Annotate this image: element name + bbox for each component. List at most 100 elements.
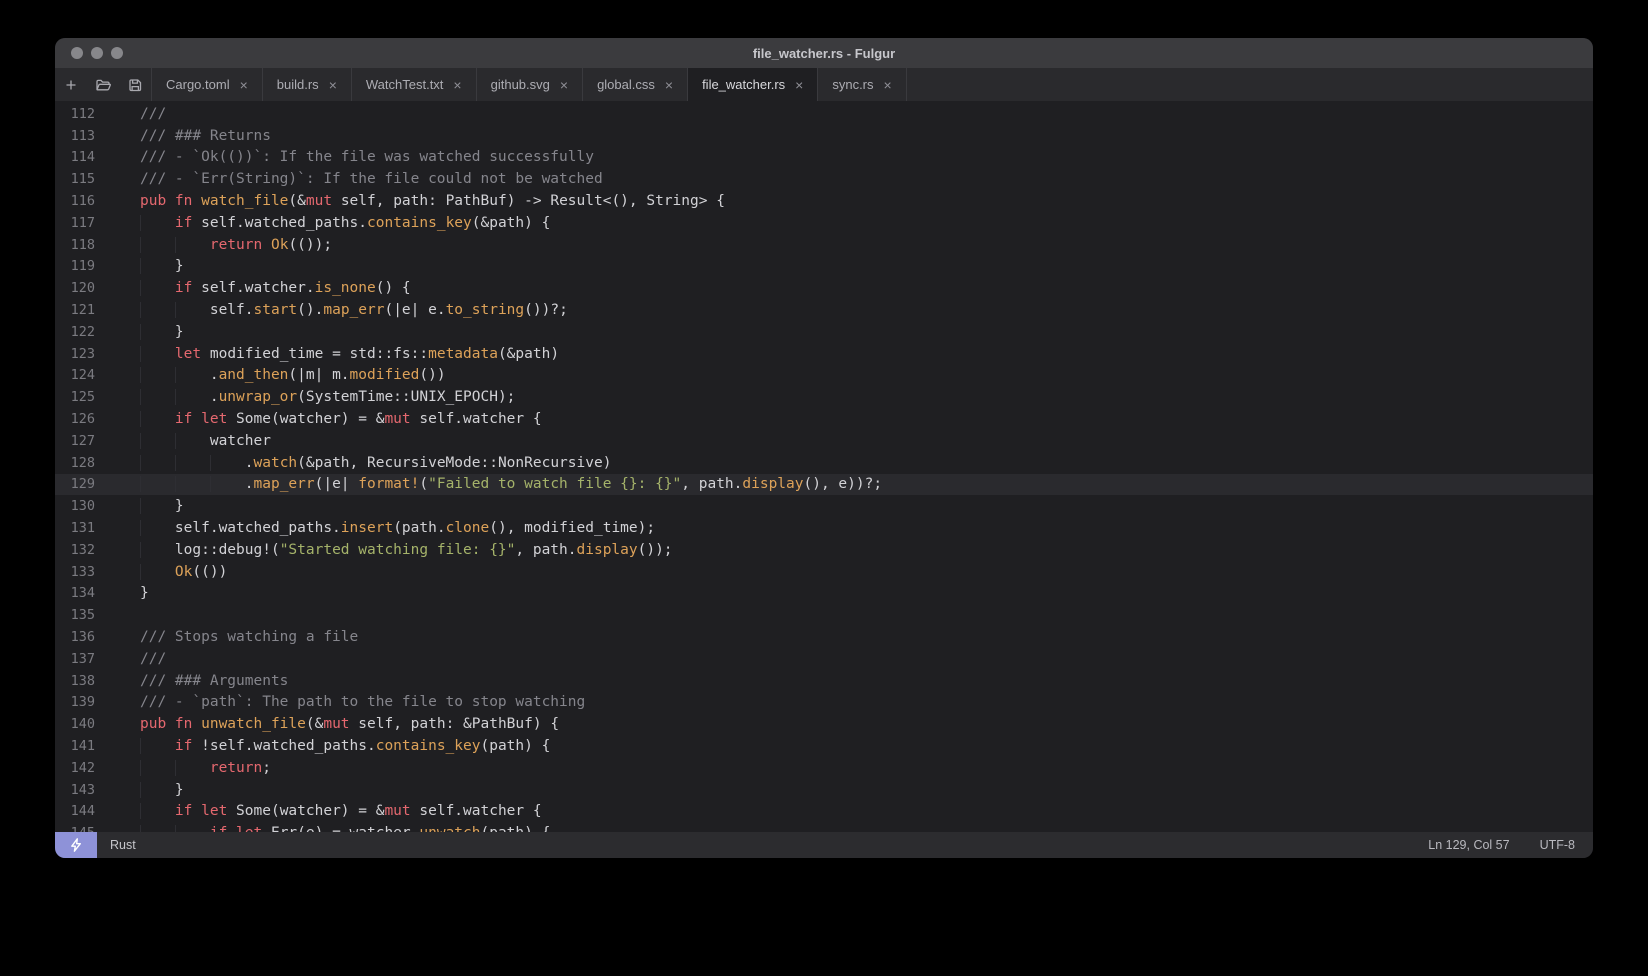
tab-close-icon[interactable]: × xyxy=(560,78,568,92)
code-line-145[interactable]: 145 if let Err(e) = watcher.unwatch(path… xyxy=(55,822,1593,832)
code-line-112[interactable]: 112 /// xyxy=(55,103,1593,125)
line-number[interactable]: 124 xyxy=(55,367,95,383)
tab-github.svg[interactable]: github.svg × xyxy=(477,68,584,101)
code-text: if let Some(watcher) = &mut self.watcher… xyxy=(140,411,542,428)
line-number[interactable]: 112 xyxy=(55,106,95,122)
code-line-117[interactable]: 117 if self.watched_paths.contains_key(&… xyxy=(55,212,1593,234)
code-line-124[interactable]: 124 .and_then(|m| m.modified()) xyxy=(55,365,1593,387)
line-number[interactable]: 145 xyxy=(55,825,95,832)
code-line-119[interactable]: 119 } xyxy=(55,256,1593,278)
line-number[interactable]: 135 xyxy=(55,607,95,623)
tab-build.rs[interactable]: build.rs × xyxy=(263,68,352,101)
tab-sync.rs[interactable]: sync.rs × xyxy=(818,68,907,101)
code-text: /// ### Returns xyxy=(140,127,271,144)
line-number[interactable]: 118 xyxy=(55,237,95,253)
line-number[interactable]: 119 xyxy=(55,258,95,274)
line-number[interactable]: 123 xyxy=(55,346,95,362)
language-indicator[interactable]: Rust xyxy=(110,838,136,852)
tab-close-icon[interactable]: × xyxy=(665,78,673,92)
code-line-144[interactable]: 144 if let Some(watcher) = &mut self.wat… xyxy=(55,801,1593,823)
code-text: return Ok(()); xyxy=(140,236,332,253)
code-line-126[interactable]: 126 if let Some(watcher) = &mut self.wat… xyxy=(55,408,1593,430)
line-number[interactable]: 114 xyxy=(55,149,95,165)
code-line-118[interactable]: 118 return Ok(()); xyxy=(55,234,1593,256)
line-number[interactable]: 126 xyxy=(55,411,95,427)
line-number[interactable]: 117 xyxy=(55,215,95,231)
cursor-position[interactable]: Ln 129, Col 57 xyxy=(1428,838,1509,852)
close-button[interactable] xyxy=(71,47,83,59)
window-title: file_watcher.rs - Fulgur xyxy=(752,45,896,61)
line-number[interactable]: 140 xyxy=(55,716,95,732)
code-line-138[interactable]: 138 /// ### Arguments xyxy=(55,670,1593,692)
code-line-131[interactable]: 131 self.watched_paths.insert(path.clone… xyxy=(55,517,1593,539)
line-number[interactable]: 136 xyxy=(55,629,95,645)
code-line-121[interactable]: 121 self.start().map_err(|e| e.to_string… xyxy=(55,299,1593,321)
code-line-143[interactable]: 143 } xyxy=(55,779,1593,801)
line-number[interactable]: 144 xyxy=(55,803,95,819)
code-line-116[interactable]: 116 pub fn watch_file(&mut self, path: Pa… xyxy=(55,190,1593,212)
code-line-127[interactable]: 127 watcher xyxy=(55,430,1593,452)
line-number[interactable]: 131 xyxy=(55,520,95,536)
code-line-122[interactable]: 122 } xyxy=(55,321,1593,343)
line-number[interactable]: 141 xyxy=(55,738,95,754)
code-text: /// - `path`: The path to the file to st… xyxy=(140,694,586,711)
code-line-134[interactable]: 134} xyxy=(55,583,1593,605)
tab-close-icon[interactable]: × xyxy=(884,78,892,92)
code-line-137[interactable]: 137 /// xyxy=(55,648,1593,670)
code-line-141[interactable]: 141 if !self.watched_paths.contains_key(… xyxy=(55,735,1593,757)
line-number[interactable]: 139 xyxy=(55,694,95,710)
line-number[interactable]: 127 xyxy=(55,433,95,449)
tab-global.css[interactable]: global.css × xyxy=(583,68,689,101)
line-number[interactable]: 132 xyxy=(55,542,95,558)
line-number[interactable]: 134 xyxy=(55,585,95,601)
indent-guide xyxy=(140,759,141,776)
tab-close-icon[interactable]: × xyxy=(329,78,337,92)
code-line-135[interactable]: 135 xyxy=(55,604,1593,626)
encoding-indicator[interactable]: UTF-8 xyxy=(1540,838,1575,852)
code-line-113[interactable]: 113 /// ### Returns xyxy=(55,125,1593,147)
code-editor[interactable]: 112 /// 113 /// ### Returns 114 /// - `Ok(())… xyxy=(55,101,1593,832)
code-line-140[interactable]: 140 pub fn unwatch_file(&mut self, path: … xyxy=(55,713,1593,735)
new-file-button[interactable] xyxy=(55,68,87,101)
line-number[interactable]: 143 xyxy=(55,782,95,798)
line-number[interactable]: 120 xyxy=(55,280,95,296)
code-text: /// - `Err(String)`: If the file could n… xyxy=(140,171,603,188)
code-line-142[interactable]: 142 return; xyxy=(55,757,1593,779)
code-line-130[interactable]: 130 } xyxy=(55,495,1593,517)
line-number[interactable]: 121 xyxy=(55,302,95,318)
line-number[interactable]: 116 xyxy=(55,193,95,209)
line-number[interactable]: 128 xyxy=(55,455,95,471)
tab-close-icon[interactable]: × xyxy=(240,78,248,92)
code-line-125[interactable]: 125 .unwrap_or(SystemTime::UNIX_EPOCH); xyxy=(55,386,1593,408)
zoom-button[interactable] xyxy=(111,47,123,59)
line-number[interactable]: 122 xyxy=(55,324,95,340)
code-line-133[interactable]: 133 Ok(()) xyxy=(55,561,1593,583)
tab-file_watcher.rs[interactable]: file_watcher.rs × xyxy=(688,68,819,101)
code-line-129[interactable]: 129 .map_err(|e| format!("Failed to watc… xyxy=(55,473,1593,496)
line-number[interactable]: 137 xyxy=(55,651,95,667)
line-number[interactable]: 125 xyxy=(55,389,95,405)
line-number[interactable]: 115 xyxy=(55,171,95,187)
line-number[interactable]: 129 xyxy=(55,476,95,492)
line-number[interactable]: 142 xyxy=(55,760,95,776)
line-number[interactable]: 133 xyxy=(55,564,95,580)
status-badge[interactable] xyxy=(55,832,97,858)
line-number[interactable]: 130 xyxy=(55,498,95,514)
code-line-132[interactable]: 132 log::debug!("Started watching file: … xyxy=(55,539,1593,561)
tab-close-icon[interactable]: × xyxy=(795,78,803,92)
code-line-115[interactable]: 115 /// - `Err(String)`: If the file coul… xyxy=(55,168,1593,190)
save-file-button[interactable] xyxy=(119,68,151,101)
code-line-139[interactable]: 139 /// - `path`: The path to the file to… xyxy=(55,692,1593,714)
tab-Cargo.toml[interactable]: Cargo.toml × xyxy=(151,68,263,101)
code-line-120[interactable]: 120 if self.watcher.is_none() { xyxy=(55,277,1593,299)
code-line-128[interactable]: 128 .watch(&path, RecursiveMode::NonRecu… xyxy=(55,452,1593,474)
code-line-123[interactable]: 123 let modified_time = std::fs::metadat… xyxy=(55,343,1593,365)
open-file-button[interactable] xyxy=(87,68,119,101)
minimize-button[interactable] xyxy=(91,47,103,59)
line-number[interactable]: 113 xyxy=(55,128,95,144)
code-line-114[interactable]: 114 /// - `Ok(())`: If the file was watch… xyxy=(55,147,1593,169)
tab-close-icon[interactable]: × xyxy=(453,78,461,92)
code-line-136[interactable]: 136 /// Stops watching a file xyxy=(55,626,1593,648)
tab-WatchTest.txt[interactable]: WatchTest.txt × xyxy=(352,68,477,101)
line-number[interactable]: 138 xyxy=(55,673,95,689)
